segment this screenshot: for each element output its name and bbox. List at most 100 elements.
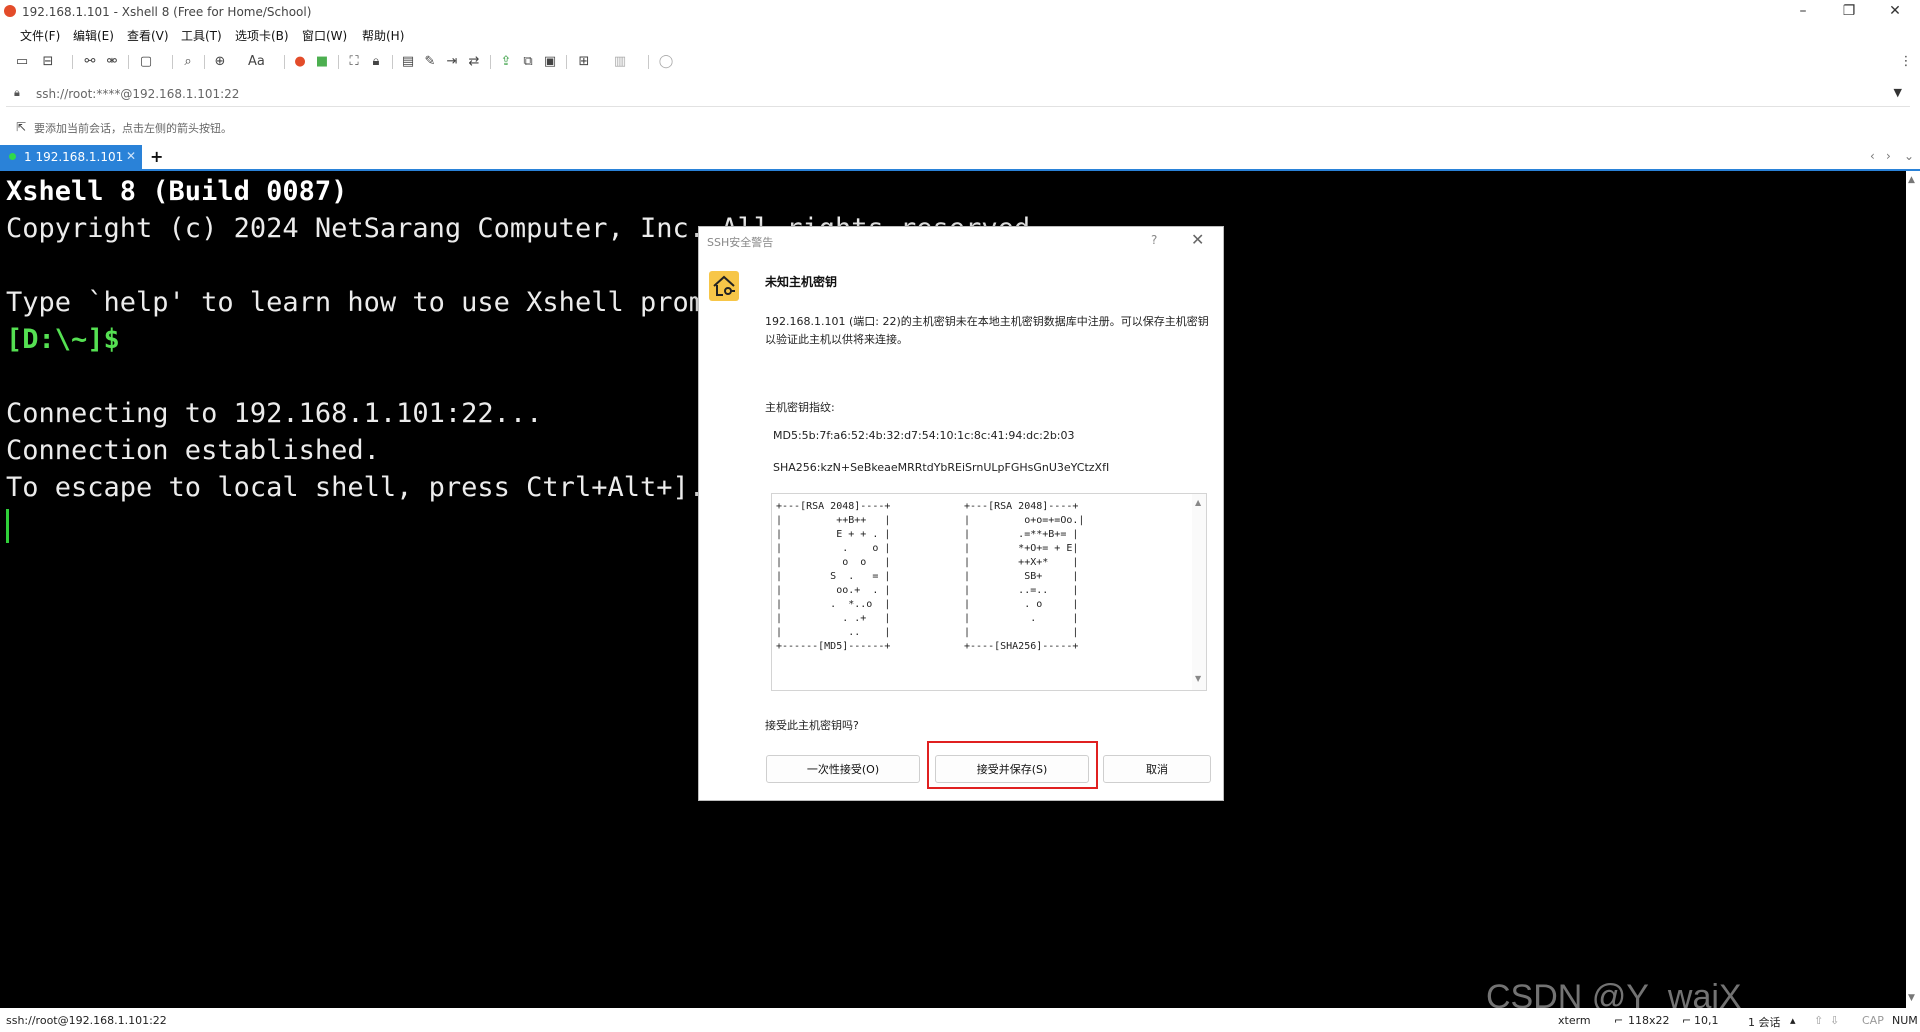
ssh-security-dialog: SSH安全警告 ? ✕ 未知主机密钥 192.168.1.101 (端口: 22… (698, 226, 1224, 801)
dialog-message: 192.168.1.101 (端口: 22)的主机密钥未在本地主机密钥数据库中注… (765, 315, 1209, 346)
toolbar-separator (128, 55, 129, 69)
md5-fingerprint: MD5:5b:7f:a6:52:4b:32:d7:54:10:1c:8c:41:… (773, 429, 1075, 442)
upload-icon: ⇧ (1814, 1014, 1824, 1027)
lock-icon: 🔒︎ (14, 86, 20, 99)
status-size: 118x22 (1628, 1014, 1670, 1027)
transfer-icon[interactable]: ⇪ (498, 54, 514, 70)
status-caps: CAP (1862, 1014, 1884, 1027)
session-hint-bar: ⇱ 要添加当前会话，点击左侧的箭头按钮。 (0, 116, 1920, 138)
randomart-box[interactable]: +---[RSA 2048]----+ | ++B++ | | E + + . … (771, 493, 1207, 691)
highlight-icon[interactable]: ✎ (422, 54, 438, 70)
scroll-up-icon[interactable]: ▲ (1195, 498, 1201, 507)
toolbar-separator (490, 55, 491, 69)
terminal-cursor (6, 509, 9, 543)
restore-icon[interactable]: ❐ (1826, 0, 1872, 24)
script-icon[interactable]: ⇥ (444, 54, 460, 70)
chevron-down-icon[interactable]: ▼ (1894, 86, 1902, 99)
dialog-close-icon[interactable]: ✕ (1191, 230, 1204, 249)
terminal-prompt: [D:\~]$ (6, 324, 120, 355)
layout-icon[interactable]: ▥ (612, 54, 628, 70)
more-options-icon[interactable]: ⋮ (1898, 54, 1914, 70)
add-session-arrow-icon[interactable]: ⇱ (16, 120, 30, 134)
menu-tab[interactable]: 选项卡(B) (235, 27, 289, 44)
menu-bar: 文件(F) 编辑(E) 查看(V) 工具(T) 选项卡(B) 窗口(W) 帮助(… (0, 24, 1920, 46)
toolbar-separator (392, 55, 393, 69)
status-cursor-position: 10,1 (1694, 1014, 1719, 1027)
compose-icon[interactable]: ▤ (400, 54, 416, 70)
hint-text: 要添加当前会话，点击左侧的箭头按钮。 (34, 122, 232, 135)
download-icon: ⇩ (1830, 1014, 1840, 1027)
help-icon[interactable]: ? (1151, 233, 1157, 247)
add-panel-icon[interactable]: ⊞ (576, 54, 592, 70)
toolbar-separator (72, 55, 73, 69)
font-icon[interactable]: Aa (248, 54, 265, 70)
tunnel-icon[interactable]: ⇄ (466, 54, 482, 70)
scroll-down-icon[interactable]: ▼ (1195, 674, 1201, 683)
host-key-icon (709, 271, 739, 301)
title-bar: 192.168.1.101 - Xshell 8 (Free for Home/… (0, 0, 1920, 24)
lock-icon[interactable]: 🔒︎ (368, 54, 384, 70)
status-connection: ssh://root@192.168.1.101:22 (6, 1014, 167, 1027)
menu-edit[interactable]: 编辑(E) (73, 27, 114, 44)
tab-label: 1 192.168.1.101 (24, 150, 124, 164)
terminal-scrollbar[interactable]: ▲ ▼ (1906, 171, 1920, 1008)
tab-menu-icon[interactable]: ⌄ (1904, 149, 1914, 163)
fingerprint-label: 主机密钥指纹: (765, 401, 835, 414)
menu-help[interactable]: 帮助(H) (362, 27, 404, 44)
terminal-line: Connecting to 192.168.1.101:22... (6, 398, 543, 429)
minimize-icon[interactable]: – (1780, 0, 1826, 24)
close-icon[interactable]: ✕ (1872, 0, 1918, 24)
randomart-scrollbar[interactable]: ▲ ▼ (1192, 494, 1206, 690)
terminal-line: To escape to local shell, press Ctrl+Alt… (6, 472, 705, 503)
window-title: 192.168.1.101 - Xshell 8 (Free for Home/… (22, 5, 312, 19)
address-input[interactable] (36, 84, 1856, 104)
xftp-icon[interactable]: ● (292, 54, 308, 70)
accept-once-button[interactable]: 一次性接受(O) (766, 755, 920, 783)
toolbar-separator (204, 55, 205, 69)
status-terminal-type: xterm (1558, 1014, 1591, 1027)
log-view-icon[interactable]: ▣ (542, 54, 558, 70)
cancel-button[interactable]: 取消 (1103, 755, 1211, 783)
fullscreen-icon[interactable]: ⛶ (346, 54, 362, 70)
cursor-pos-icon: ⌐ (1682, 1014, 1692, 1027)
randomart-md5: +---[RSA 2048]----+ | ++B++ | | E + + . … (776, 501, 891, 652)
connect-icon[interactable]: ⚯ (82, 54, 98, 70)
status-sessions[interactable]: 1 会话 (1748, 1014, 1781, 1030)
scroll-up-icon[interactable]: ▲ (1908, 175, 1915, 185)
menu-view[interactable]: 查看(V) (127, 27, 169, 44)
tab-next-icon[interactable]: › (1886, 149, 1891, 163)
connected-status-icon (9, 153, 16, 160)
highlight-box (927, 741, 1098, 789)
new-session-icon[interactable]: ▭ (14, 54, 30, 70)
toolbar-separator (648, 55, 649, 69)
toolbar-separator (338, 55, 339, 69)
terminal-line: Connection established. (6, 435, 380, 466)
menu-window[interactable]: 窗口(W) (302, 27, 347, 44)
tab-bar: 1 192.168.1.101 ✕ + ‹ › ⌄ (0, 145, 1920, 171)
randomart-sha256: +---[RSA 2048]----+ | o+o=+=Oo.| | .=**+… (964, 501, 1085, 652)
xshell-app-icon (4, 5, 16, 17)
tab-session[interactable]: 1 192.168.1.101 ✕ (0, 145, 142, 169)
address-bar: 🔒︎ ▼ (6, 82, 1910, 107)
menu-tools[interactable]: 工具(T) (181, 27, 222, 44)
xmanager-icon[interactable]: ■ (314, 54, 330, 70)
status-bar: ssh://root@192.168.1.101:22 xterm ⌐ 118x… (0, 1008, 1920, 1032)
globe-icon[interactable]: ⊕ (212, 54, 228, 70)
chat-icon[interactable]: ◯ (658, 54, 674, 70)
sessions-dropdown-icon[interactable]: ▴ (1790, 1014, 1796, 1027)
menu-file[interactable]: 文件(F) (20, 27, 60, 44)
toolbar-separator (284, 55, 285, 69)
tab-prev-icon[interactable]: ‹ (1870, 149, 1875, 163)
find-icon[interactable]: ⌕ (180, 54, 196, 70)
log-icon[interactable]: ⧉ (520, 54, 536, 70)
size-icon: ⌐ (1614, 1014, 1624, 1027)
toolbar-separator (172, 55, 173, 69)
tab-close-icon[interactable]: ✕ (126, 149, 136, 163)
accept-question: 接受此主机密钥吗? (765, 719, 859, 732)
open-session-icon[interactable]: ⊟ (40, 54, 56, 70)
add-tab-button[interactable]: + (150, 147, 163, 166)
toolbar-separator (566, 55, 567, 69)
new-tab-icon[interactable]: ▢ (138, 54, 154, 70)
disconnect-icon[interactable]: ⚮ (104, 54, 120, 70)
scroll-down-icon[interactable]: ▼ (1908, 993, 1915, 1003)
